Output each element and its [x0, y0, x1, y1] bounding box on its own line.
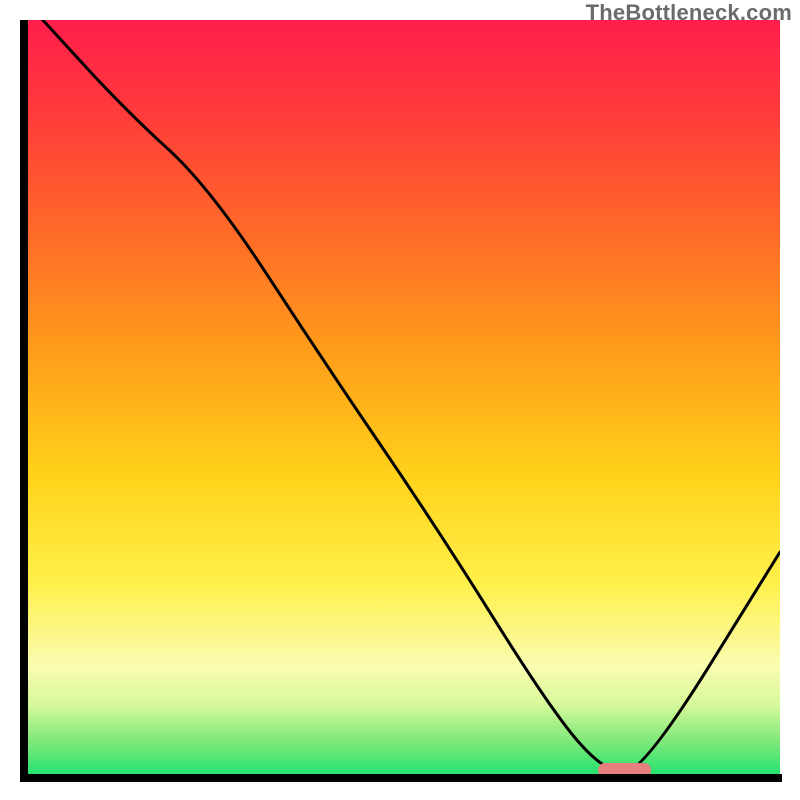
chart-container: TheBottleneck.com: [0, 0, 800, 800]
y-axis: [20, 20, 28, 782]
plot-area: [20, 20, 780, 780]
x-axis: [20, 774, 782, 782]
bottleneck-curve: [20, 20, 780, 780]
bottleneck-curve-path: [43, 20, 780, 772]
